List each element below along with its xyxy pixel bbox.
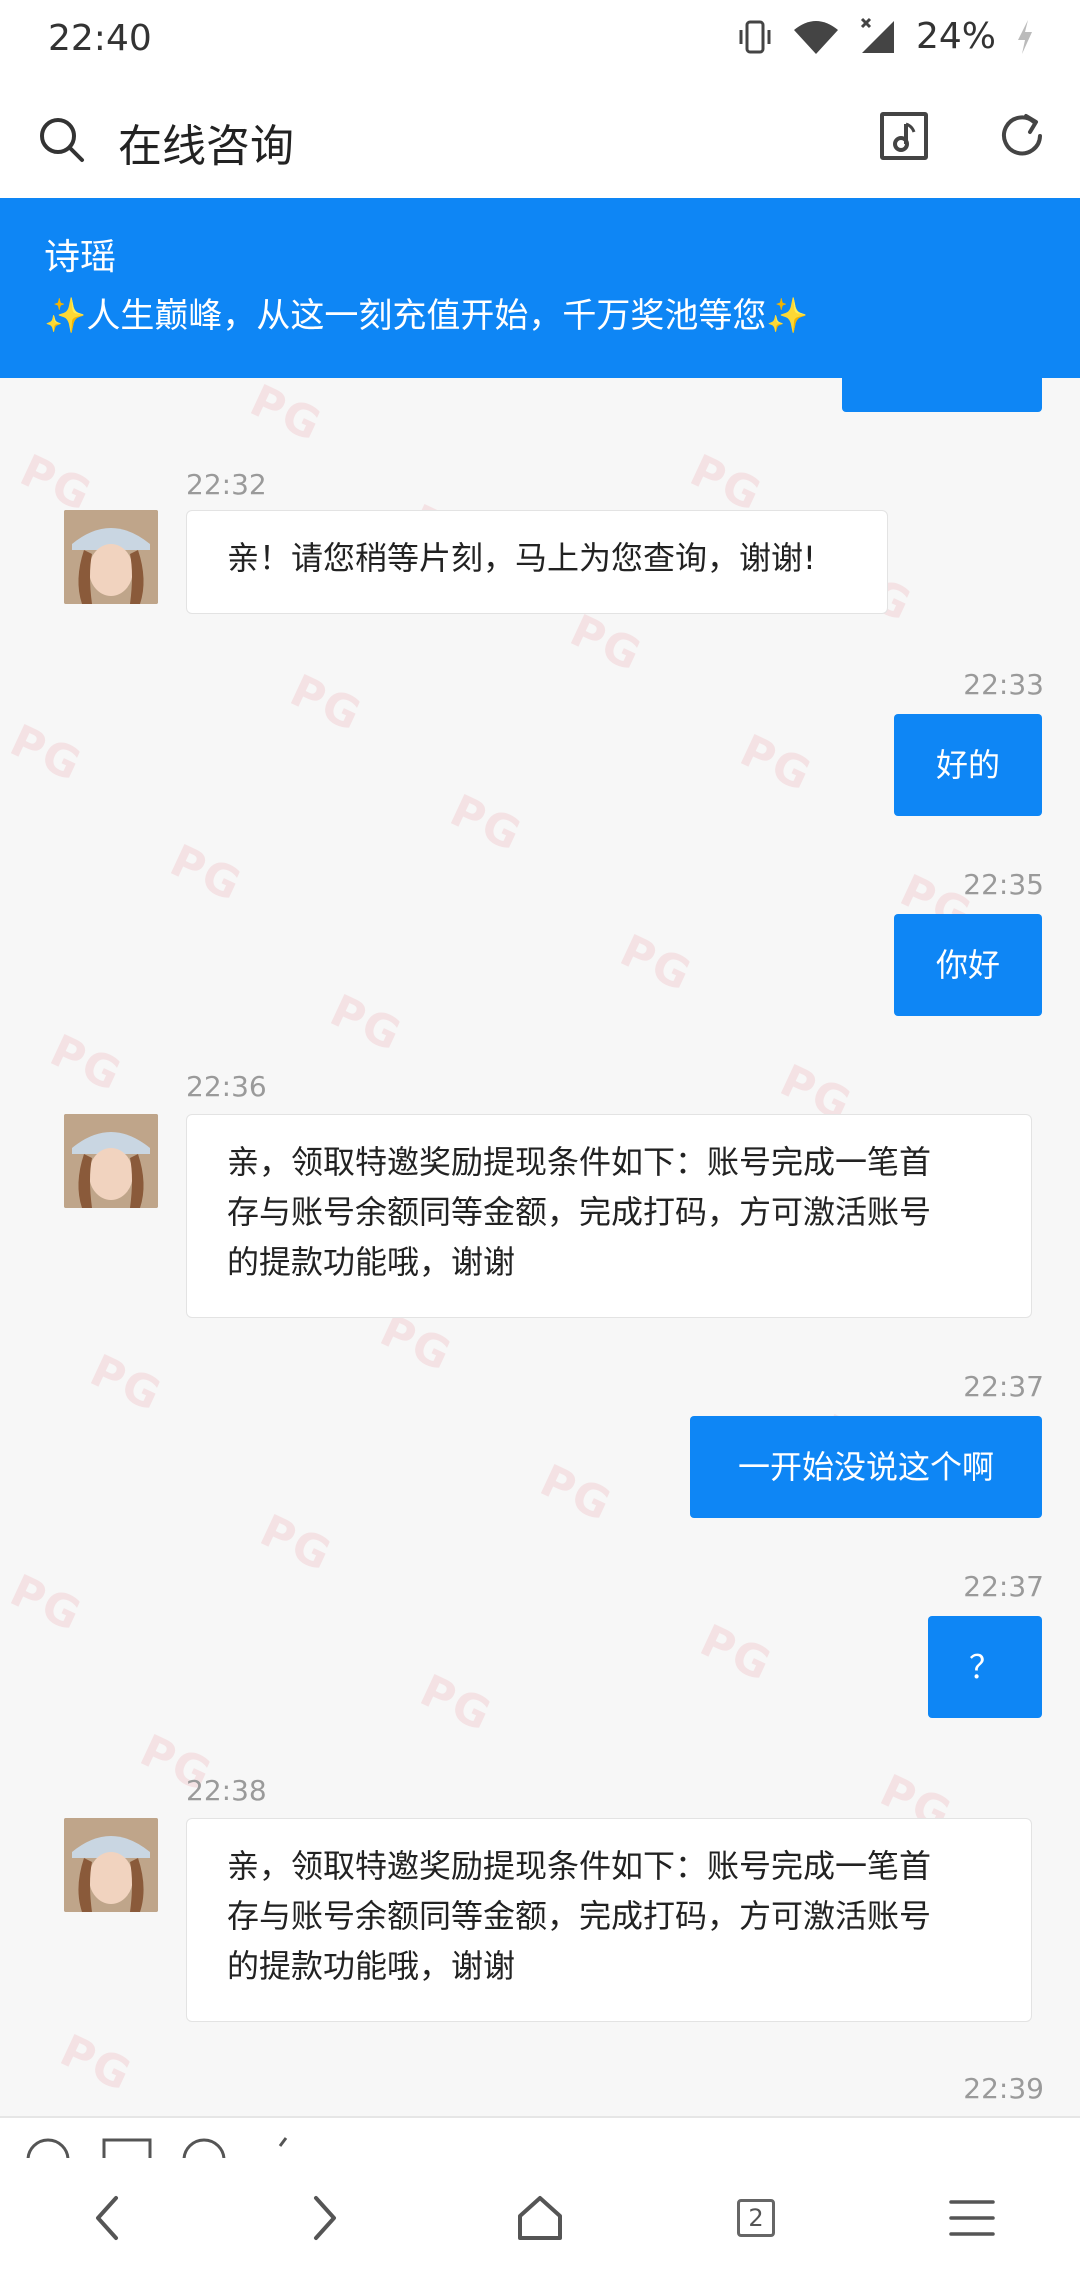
- agent-name: 诗瑶: [44, 237, 117, 278]
- menu-button[interactable]: [932, 2178, 1012, 2258]
- agent-message-bubble: 亲，领取特邀奖励提现条件如下：账号完成一笔首 存与账号余额同等金额，完成打码，方…: [186, 1818, 1032, 2022]
- message-text: 你好: [935, 946, 1000, 984]
- partial-message-bubble: [842, 378, 1042, 412]
- agent-avatar: [64, 1114, 158, 1208]
- agent-message-bubble: 亲！请您稍等片刻，马上为您查询，谢谢!: [186, 510, 888, 614]
- watermark: PG: [322, 985, 410, 1062]
- page-title: 在线咨询: [118, 121, 294, 172]
- message-timestamp: 22:37: [963, 1370, 1044, 1403]
- signal-icon: [860, 17, 894, 53]
- user-message-bubble: 你好: [894, 914, 1042, 1016]
- watermark: PG: [162, 835, 250, 912]
- message-line: 的提款功能哦，谢谢: [227, 1243, 516, 1281]
- top-bar: 在线咨询: [0, 80, 1080, 198]
- input-toolbar-icons-partial: [26, 2137, 288, 2158]
- watermark: PG: [612, 925, 700, 1002]
- message-line: 亲，领取特邀奖励提现条件如下：账号完成一笔首: [227, 1143, 932, 1181]
- watermark: PG: [242, 378, 330, 452]
- watermark: PG: [562, 605, 650, 682]
- back-button[interactable]: [68, 2178, 148, 2258]
- sparkle-icon: ✨: [766, 296, 809, 336]
- message-text: 好的: [935, 746, 1000, 784]
- agent-message-bubble: 亲，领取特邀奖励提现条件如下：账号完成一笔首 存与账号余额同等金额，完成打码，方…: [186, 1114, 1032, 1318]
- watermark: PG: [52, 2025, 140, 2102]
- home-icon: [518, 2196, 562, 2240]
- status-icons: 24%: [736, 16, 1036, 57]
- vibrate-icon: [739, 20, 771, 53]
- banner-text: ✨人生巅峰，从这一刻充值开始，千万奖池等您✨: [44, 288, 809, 337]
- message-timestamp: 22:33: [963, 668, 1044, 701]
- message-timestamp: 22:37: [963, 1570, 1044, 1603]
- message-timestamp: 22:35: [963, 868, 1044, 901]
- watermark: PG: [82, 1345, 170, 1422]
- watermark: PG: [442, 785, 530, 862]
- watermark: PG: [412, 1665, 500, 1742]
- watermark: PG: [2, 715, 90, 792]
- message-line: 存与账号余额同等金额，完成打码，方可激活账号: [227, 1193, 932, 1231]
- sparkle-icon: ✨: [44, 296, 87, 336]
- forward-icon: [314, 2196, 336, 2240]
- user-message-bubble: 好的: [894, 714, 1042, 816]
- banner-message: 人生巅峰，从这一刻充值开始，千万奖池等您: [86, 296, 767, 336]
- menu-icon: [949, 2200, 995, 2236]
- chat-area[interactable]: PG PG PG PG PG PG PG PG PG PG PG PG PG P…: [0, 378, 1080, 2118]
- message-line: 存与账号余额同等金额，完成打码，方可激活账号: [227, 1897, 932, 1935]
- user-message-bubble: 一开始没说这个啊: [690, 1416, 1042, 1518]
- message-text: 一开始没说这个啊: [737, 1448, 994, 1486]
- status-time: 22:40: [48, 18, 152, 59]
- watermark: PG: [732, 725, 820, 802]
- message-timestamp: 22:39: [963, 2072, 1044, 2105]
- wifi-icon: [793, 20, 838, 54]
- charging-icon: [1018, 19, 1032, 54]
- tabs-button[interactable]: 2: [716, 2178, 796, 2258]
- agent-avatar: [64, 1818, 158, 1912]
- watermark: PG: [282, 665, 370, 742]
- battery-percent: 24%: [915, 16, 996, 57]
- message-timestamp: 22:36: [186, 1070, 267, 1103]
- refresh-icon[interactable]: [996, 110, 1048, 162]
- agent-avatar: [64, 510, 158, 604]
- watermark: PG: [252, 1505, 340, 1582]
- search-icon[interactable]: [36, 114, 88, 166]
- message-text: 亲！请您稍等片刻，马上为您查询，谢谢!: [227, 539, 816, 577]
- input-toolbar-partial: [0, 2118, 1080, 2158]
- message-timestamp: 22:32: [186, 468, 267, 501]
- home-button[interactable]: [500, 2178, 580, 2258]
- music-icon[interactable]: [880, 112, 928, 160]
- watermark: PG: [692, 1615, 780, 1692]
- watermark: PG: [2, 1565, 90, 1642]
- message-timestamp: 22:38: [186, 1774, 267, 1807]
- tabs-icon: 2: [737, 2199, 775, 2237]
- message-line: 的提款功能哦，谢谢: [227, 1947, 516, 1985]
- watermark: PG: [42, 1025, 130, 1102]
- watermark: PG: [532, 1455, 620, 1532]
- announcement-banner: 诗瑶 ✨人生巅峰，从这一刻充值开始，千万奖池等您✨: [0, 198, 1080, 378]
- user-message-bubble: ？: [928, 1616, 1042, 1718]
- back-icon: [96, 2196, 118, 2240]
- forward-button[interactable]: [284, 2178, 364, 2258]
- status-bar: 22:40 24%: [0, 0, 1080, 80]
- message-line: 亲，领取特邀奖励提现条件如下：账号完成一笔首: [227, 1847, 932, 1885]
- message-text: ？: [968, 1648, 1001, 1686]
- browser-nav-bar: 2: [0, 2158, 1080, 2280]
